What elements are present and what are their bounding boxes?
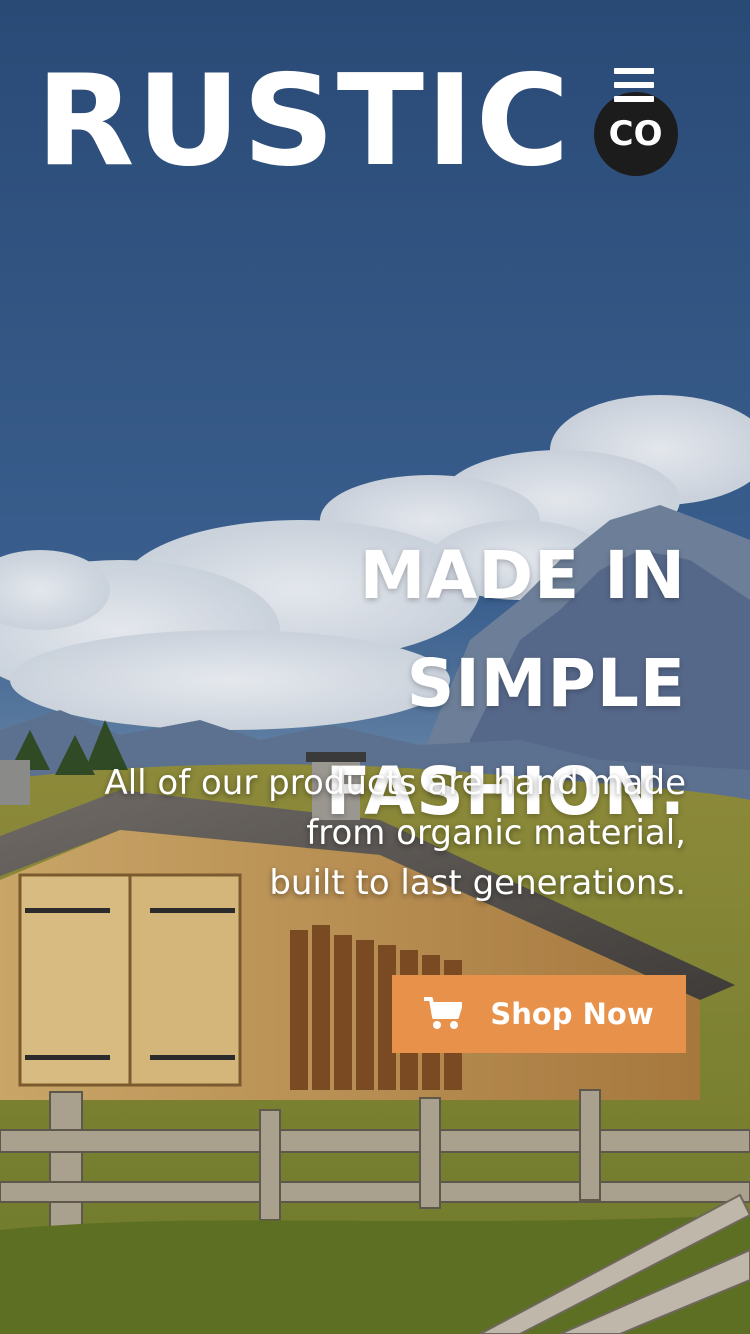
brand-name: RUSTIC xyxy=(36,48,572,195)
menu-line xyxy=(614,96,654,102)
shop-now-button[interactable]: Shop Now xyxy=(392,975,686,1053)
headline-line: MADE IN SIMPLE xyxy=(359,537,686,722)
cart-icon xyxy=(424,997,463,1029)
hamburger-icon[interactable] xyxy=(614,68,654,104)
subtext-line: All of our products are hand made xyxy=(104,763,686,803)
hero-subtext: All of our products are hand made from o… xyxy=(46,758,686,908)
subtext-line: built to last generations. xyxy=(269,863,686,903)
brand-badge: CO xyxy=(593,92,678,176)
menu-line xyxy=(614,68,654,74)
brand-logo[interactable]: RUSTIC CO xyxy=(36,58,678,186)
shop-now-label: Shop Now xyxy=(490,997,654,1031)
subtext-line: from organic material, xyxy=(306,813,686,853)
menu-line xyxy=(614,82,654,88)
